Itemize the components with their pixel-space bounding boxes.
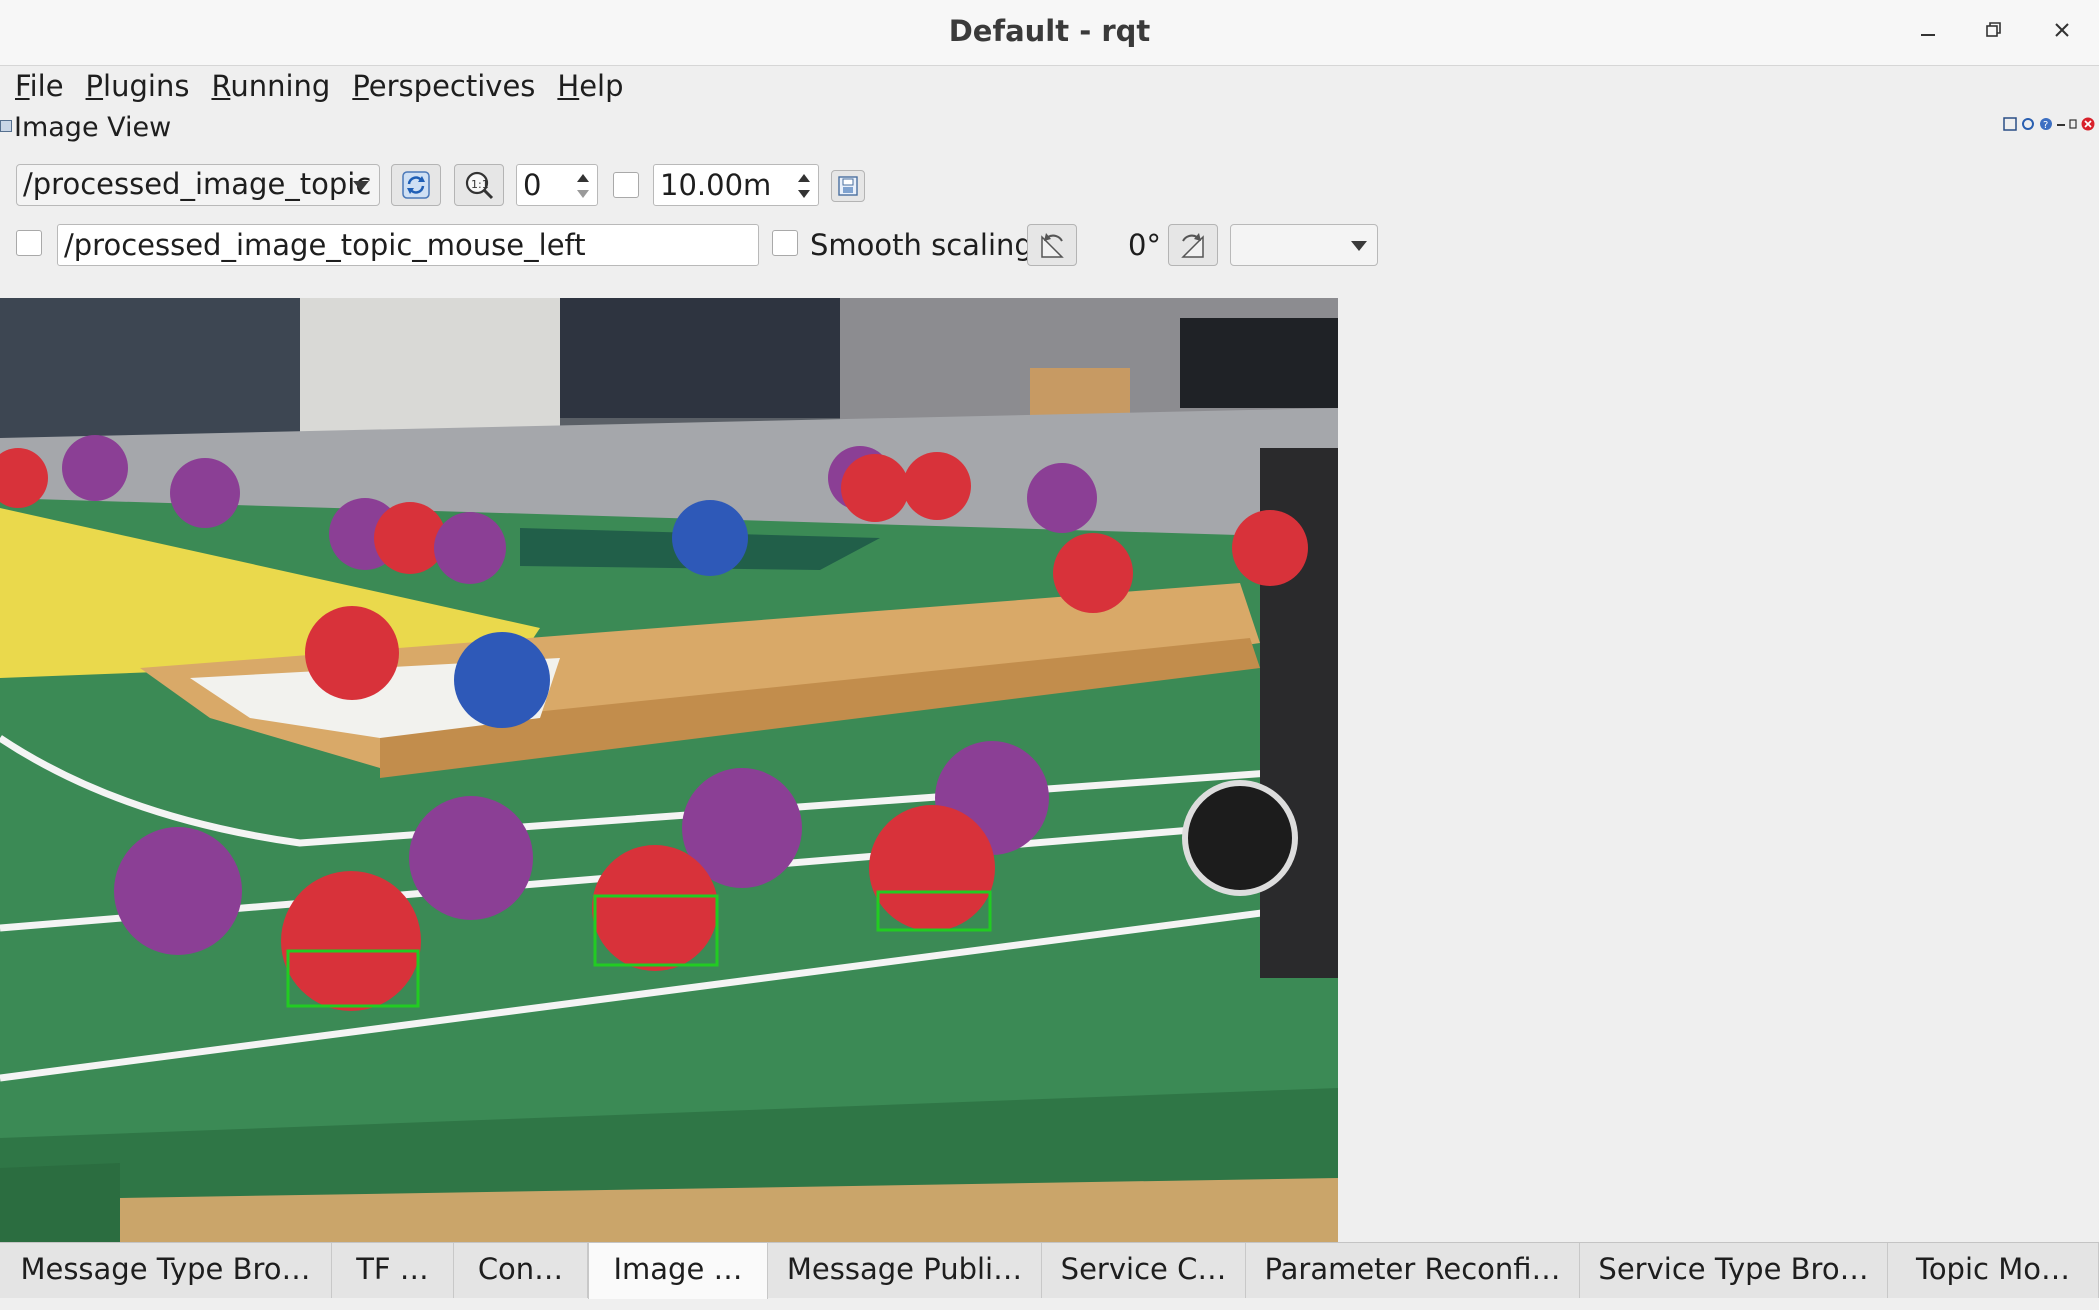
tab-label: Message Publi… [786,1252,1023,1286]
duration-spinbox[interactable]: 10.00m [653,164,819,206]
spin-arrows-icon[interactable] [796,169,812,203]
title-bar: Default - rqt [0,0,2099,66]
tab-label: TF … [356,1252,429,1286]
dock-float-icon[interactable] [2057,116,2065,132]
close-icon[interactable] [2040,10,2084,50]
image-background-area [1338,298,2099,1242]
rotation-value: 0° [1128,228,1161,262]
duration-spinbox-value: 10.00m [660,168,772,202]
window-title: Default - rqt [948,14,1151,48]
tab-topic-monitor[interactable]: Topic Mo… [1888,1243,2099,1298]
maximize-icon[interactable] [1972,10,2016,50]
tab-service-caller[interactable]: Service C… [1042,1243,1246,1298]
tab-label: Service Type Bro… [1598,1252,1869,1286]
plugin-tab-bar: Message Type Bro… TF … Con… Image … Mess… [0,1242,2099,1299]
toolbar-row-1: /processed_image_topic 1:1 0 10.00m [0,162,2099,210]
rotate-left-button[interactable] [1027,224,1077,266]
refresh-icon [402,171,430,199]
tab-label: Service C… [1060,1252,1227,1286]
dock-restore-icon[interactable] [2069,116,2077,132]
dock-reload-icon[interactable] [2021,116,2035,132]
tab-message-type-browser[interactable]: Message Type Bro… [0,1243,332,1298]
svg-text:?: ? [2043,120,2048,131]
menu-perspectives-mnemonic: P [352,69,369,103]
chevron-down-icon [353,181,369,191]
toolbar-row-2: /processed_image_topic_mouse_left Smooth… [0,222,2099,270]
dock-config-icon[interactable]: ? [2039,116,2053,132]
zoom-spinbox-value: 0 [523,168,542,202]
menu-plugins-label: lugins [103,69,190,103]
smooth-scaling-label: Smooth scaling [810,228,1033,262]
menu-file-label: ile [29,69,64,103]
rotation-combo[interactable] [1230,224,1378,266]
dock-help-icon[interactable] [2003,116,2017,132]
tab-message-publisher[interactable]: Message Publi… [768,1243,1042,1298]
menu-plugins[interactable]: Plugins [86,69,190,103]
chevron-down-icon [1351,241,1367,251]
menu-running-label: unning [230,69,331,103]
duration-checkbox[interactable] [613,172,639,198]
dock-title: Image View [14,112,172,143]
zoom-fit-button[interactable]: 1:1 [454,164,504,206]
dock-close-icon[interactable] [2081,116,2095,132]
save-image-icon [838,176,858,196]
menu-help[interactable]: Help [557,69,623,103]
menu-perspectives-label: erspectives [368,69,536,103]
dock-header: Image View ? [0,108,2099,144]
tab-label: Parameter Reconfi… [1264,1252,1561,1286]
rotate-right-icon [1181,233,1204,258]
save-image-button[interactable] [831,170,865,202]
zoom-spinbox[interactable]: 0 [516,164,598,206]
menu-plugins-mnemonic: P [85,69,104,103]
image-display[interactable] [0,298,1338,1242]
mouse-publish-checkbox[interactable] [16,230,42,256]
tab-label: Message Type Bro… [20,1252,311,1286]
tab-image-view[interactable]: Image … [588,1243,768,1299]
menu-running-mnemonic: R [211,69,231,103]
rotate-left-icon [1041,233,1064,258]
menu-file[interactable]: File [15,69,64,103]
zoom-fit-icon: 1:1 [465,171,494,200]
menu-help-label: elp [579,69,624,103]
svg-text:1:1: 1:1 [471,178,489,191]
menu-bar: File Plugins Running Perspectives Help [0,66,2099,106]
tab-label: Con… [477,1252,564,1286]
refresh-button[interactable] [391,164,441,206]
menu-file-mnemonic: F [15,69,30,103]
tab-service-type-browser[interactable]: Service Type Bro… [1580,1243,1888,1298]
tab-console[interactable]: Con… [454,1243,588,1298]
topic-combo[interactable]: /processed_image_topic [16,164,380,206]
minimize-icon[interactable] [1906,10,1950,50]
smooth-scaling-checkbox[interactable] [772,230,798,256]
menu-running[interactable]: Running [211,69,330,103]
dock-grip-icon[interactable] [0,120,12,132]
rotate-right-button[interactable] [1168,224,1218,266]
tab-label: Image … [613,1252,743,1286]
topic-combo-value: /processed_image_topic [23,167,372,201]
tab-parameter-reconfigure[interactable]: Parameter Reconfi… [1246,1243,1580,1298]
menu-help-mnemonic: H [557,69,580,103]
mouse-topic-value: /processed_image_topic_mouse_left [64,228,586,262]
dock-tools: ? [2003,116,2095,132]
mouse-topic-field[interactable]: /processed_image_topic_mouse_left [57,224,759,266]
camera-frame [0,298,1338,1242]
menu-perspectives[interactable]: Perspectives [352,69,535,103]
spin-arrows-icon[interactable] [575,169,591,203]
tab-tf[interactable]: TF … [332,1243,454,1298]
tab-label: Topic Mo… [1916,1252,2070,1286]
